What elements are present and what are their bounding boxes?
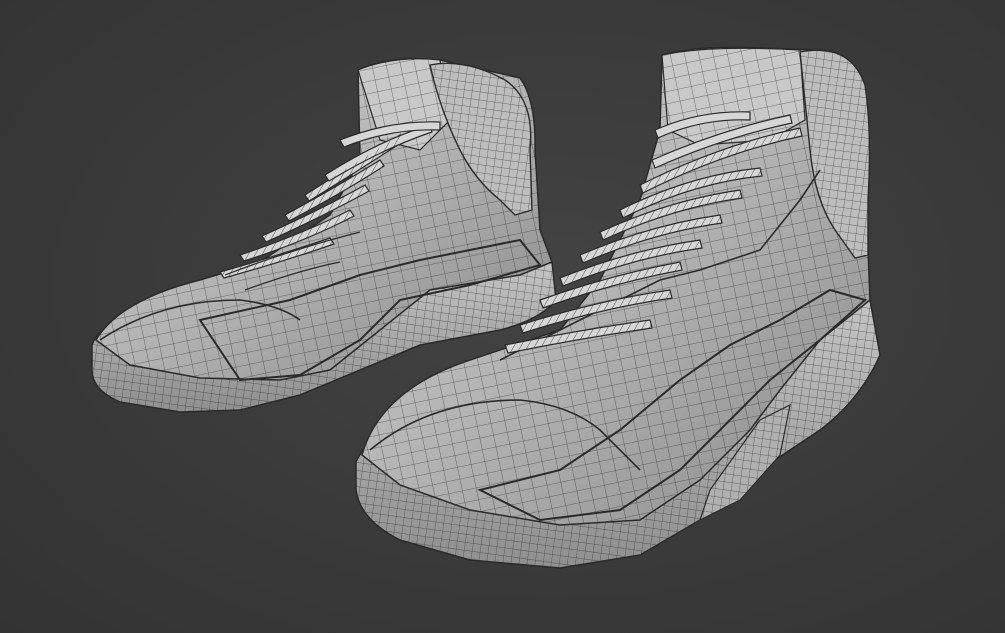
3d-viewport[interactable] [0, 0, 1005, 633]
render-canvas [91, 46, 881, 569]
